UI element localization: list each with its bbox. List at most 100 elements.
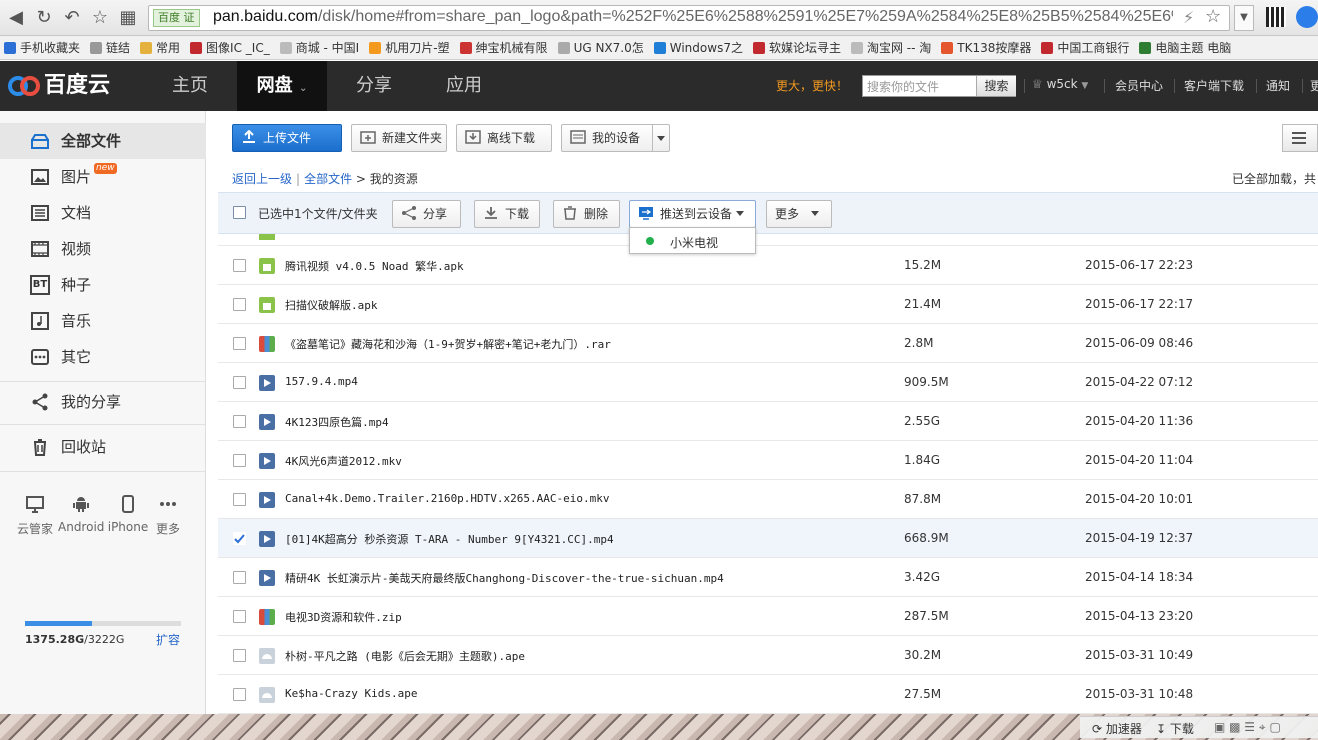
notification-link[interactable]: 通知 <box>1266 77 1290 94</box>
bookmark-item[interactable]: 电脑主题 电脑 <box>1135 36 1237 59</box>
share-button[interactable]: 分享 <box>392 200 461 228</box>
lightning-icon[interactable]: ⚡ <box>1183 8 1194 27</box>
download-button[interactable]: 下载 <box>474 200 540 228</box>
address-bar[interactable]: 百度 证 pan.baidu.com/disk/home#from=share_… <box>148 5 1230 31</box>
nav-share[interactable]: 分享 <box>332 61 416 111</box>
menu-item-xiaomi-tv[interactable]: 小米电视 <box>670 234 718 251</box>
nav-netdisk[interactable]: 网盘 ⌄ <box>237 61 327 111</box>
dropdown-icon[interactable]: ▼ <box>1234 5 1254 31</box>
star-icon[interactable]: ☆ <box>1205 6 1221 27</box>
file-name[interactable]: Ke$ha-Crazy Kids.ape <box>285 687 417 700</box>
file-name[interactable]: 电视3D资源和软件.zip <box>285 609 402 625</box>
more-button[interactable]: 更多 <box>766 200 832 228</box>
bookmark-item[interactable]: Windows7之 <box>650 36 749 59</box>
file-name[interactable]: 157.9.4.mp4 <box>285 375 358 388</box>
promo-link[interactable]: 更大，更快！ <box>776 77 848 94</box>
bookmark-item[interactable]: 中国工商银行 <box>1037 36 1135 59</box>
row-checkbox[interactable] <box>233 415 246 428</box>
qr-code-icon[interactable] <box>1266 7 1286 27</box>
member-center-link[interactable]: 会员中心 <box>1115 77 1163 94</box>
table-row[interactable]: 朴树-平凡之路 (电影《后会无期》主题歌).ape 30.2M 2015-03-31… <box>218 636 1318 675</box>
expand-storage-link[interactable]: 扩容 <box>156 631 180 648</box>
bookmark-item[interactable]: 手机收藏夹 <box>0 36 86 59</box>
speed-icon[interactable] <box>1296 6 1318 28</box>
offline-download-button[interactable]: 离线下载 <box>456 124 552 152</box>
bookmark-item[interactable]: 商城 - 中国I <box>276 36 366 59</box>
file-name[interactable]: 4K风光6声道2012.mkv <box>285 453 402 469</box>
row-checkbox[interactable] <box>233 649 246 662</box>
file-name[interactable]: Canal+4k.Demo.Trailer.2160p.HDTV.x265.AA… <box>285 492 610 505</box>
table-row[interactable]: Canal+4k.Demo.Trailer.2160p.HDTV.x265.AA… <box>218 480 1318 519</box>
star-icon[interactable]: ☆ <box>88 6 112 30</box>
nav-apps[interactable]: 应用 <box>422 61 506 111</box>
sidebar-item-torrents[interactable]: BT 种子 <box>0 267 206 303</box>
bookmark-item[interactable]: 软媒论坛寻主 <box>749 36 847 59</box>
bookmark-item[interactable]: 链结 <box>86 36 136 59</box>
table-row[interactable]: 157.9.4.mp4 909.5M 2015-04-22 07:12 <box>218 363 1318 402</box>
file-name[interactable]: [01]4K超高分 秒杀资源 T-ARA - Number 9[Y4321.CC… <box>285 531 614 547</box>
sidebar-item-images[interactable]: 图片 new <box>0 159 206 195</box>
file-name[interactable]: 扫描仪破解版.apk <box>285 297 378 313</box>
file-name[interactable]: 《盗墓笔记》藏海花和沙海（1-9+贺岁+解密+笔记+老九门）.rar <box>285 336 611 352</box>
file-name[interactable]: 精研4K 长虹演示片-美哉天府最终版Changhong-Discover-the… <box>285 570 724 586</box>
row-checkbox[interactable] <box>233 337 246 350</box>
bookmark-item[interactable]: TK138按摩器 <box>937 36 1037 59</box>
search-button[interactable]: 搜索 <box>976 76 1016 96</box>
user-menu[interactable]: ♕ w5ck ▼ <box>1032 77 1088 91</box>
device-cloud-manager[interactable]: 云管家 <box>12 494 58 537</box>
table-row[interactable]: 电视3D资源和软件.zip 287.5M 2015-04-13 23:20 <box>218 597 1318 636</box>
bookmark-item[interactable]: 图像IC _IC_ <box>186 36 276 59</box>
sidebar-item-videos[interactable]: 视频 <box>0 231 206 267</box>
sidebar-item-music[interactable]: 音乐 <box>0 303 206 339</box>
sidebar-item-other[interactable]: 其它 <box>0 339 206 375</box>
table-row[interactable]: 4K123四原色篇.mp4 2.55G 2015-04-20 11:36 <box>218 402 1318 441</box>
upload-button[interactable]: 上传文件 <box>232 124 342 152</box>
all-files-link[interactable]: 全部文件 <box>304 172 352 186</box>
row-checkbox[interactable] <box>233 259 246 272</box>
nav-home[interactable]: 主页 <box>148 61 232 111</box>
back-icon[interactable]: ◀ <box>4 6 28 30</box>
table-row[interactable]: 扫描仪破解版.apk 21.4M 2015-06-17 22:17 <box>218 285 1318 324</box>
table-row[interactable]: [01]4K超高分 秒杀资源 T-ARA - Number 9[Y4321.CC… <box>218 519 1318 558</box>
row-checkbox[interactable] <box>233 571 246 584</box>
sidebar-item-documents[interactable]: 文档 <box>0 195 206 231</box>
table-row[interactable]: 《盗墓笔记》藏海花和沙海（1-9+贺岁+解密+笔记+老九门）.rar 2.8M 20… <box>218 324 1318 363</box>
row-checkbox[interactable] <box>233 298 246 311</box>
grid-icon[interactable]: ▦ <box>116 6 140 30</box>
undo-icon[interactable]: ↶ <box>60 6 84 30</box>
bookmark-item[interactable]: 常用 <box>136 36 186 59</box>
download-manager-button[interactable]: ↧ 下载 <box>1156 720 1194 737</box>
sidebar-item-my-share[interactable]: 我的分享 <box>0 384 206 420</box>
file-name[interactable]: 4K123四原色篇.mp4 <box>285 414 389 430</box>
bookmark-item[interactable]: UG NX7.0怎 <box>554 36 650 59</box>
sidebar-item-trash[interactable]: 回收站 <box>0 429 206 465</box>
bookmark-item[interactable]: 机用刀片-塑 <box>365 36 455 59</box>
select-all-checkbox[interactable] <box>233 206 246 219</box>
device-android[interactable]: Android <box>58 494 104 534</box>
list-view-toggle[interactable] <box>1282 124 1318 152</box>
table-row[interactable]: 精研4K 长虹演示片-美哉天府最终版Changhong-Discover-the… <box>218 558 1318 597</box>
file-name[interactable]: 腾讯视频 v4.0.5 Noad 繁华.apk <box>285 258 464 274</box>
push-to-device-button[interactable]: 推送到云设备 <box>629 200 756 228</box>
file-name[interactable]: 朴树-平凡之路 (电影《后会无期》主题歌).ape <box>285 648 525 664</box>
accelerator-button[interactable]: ⟳ 加速器 <box>1092 720 1142 737</box>
row-checkbox[interactable] <box>233 688 246 701</box>
more-link[interactable]: 更 <box>1310 77 1318 94</box>
bookmark-item[interactable]: 绅宝机械有限 <box>456 36 554 59</box>
delete-button[interactable]: 删除 <box>553 200 620 228</box>
row-checkbox[interactable] <box>233 376 246 389</box>
table-row[interactable]: Ke$ha-Crazy Kids.ape 27.5M 2015-03-31 10:4… <box>218 675 1318 714</box>
table-row[interactable]: 腾讯视频 v4.0.5 Noad 繁华.apk 15.2M 2015-06-17 2… <box>218 246 1318 285</box>
device-more[interactable]: 更多 <box>145 494 191 537</box>
my-devices-button[interactable]: 我的设备 <box>561 124 670 152</box>
tool-icons[interactable]: ▣ ▩ ☰ ⌖ ▢ <box>1214 720 1281 735</box>
back-link[interactable]: 返回上一级 <box>232 172 292 186</box>
row-checkbox[interactable] <box>233 454 246 467</box>
client-download-link[interactable]: 客户端下载 <box>1184 77 1244 94</box>
new-folder-button[interactable]: 新建文件夹 <box>351 124 447 152</box>
row-checkbox[interactable] <box>233 532 246 545</box>
row-checkbox[interactable] <box>233 493 246 506</box>
row-checkbox[interactable] <box>233 610 246 623</box>
baidu-cloud-logo[interactable]: 百度云 <box>8 69 110 103</box>
sidebar-item-all-files[interactable]: 全部文件 <box>0 123 206 159</box>
